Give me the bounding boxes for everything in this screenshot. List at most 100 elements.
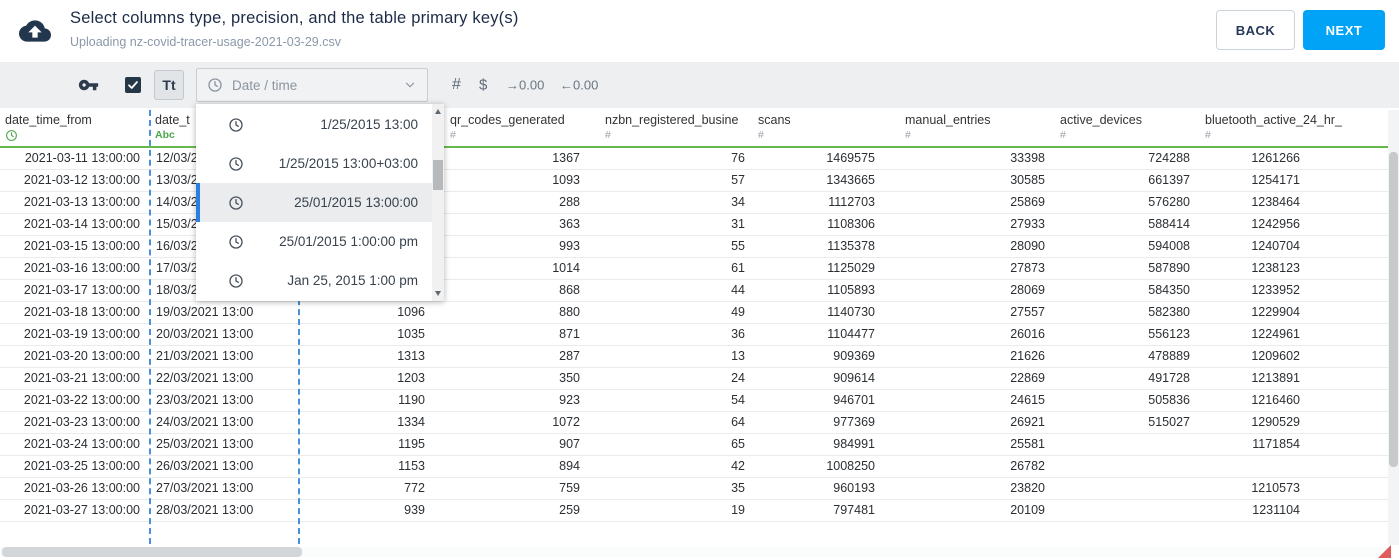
table-cell: 2021-03-19 13:00:00	[23, 327, 140, 341]
table-cell: 909369	[833, 349, 875, 363]
table-row: 2021-03-20 13:00:00 21/03/2021 13:00 1313 2…	[0, 346, 1388, 368]
format-option-list: 1/25/2015 13:00 1/25/2015 13:00+03:00 25/0…	[196, 105, 432, 300]
format-option-label: 1/25/2015 13:00	[320, 117, 418, 132]
integer-type-button[interactable]: #	[452, 76, 461, 94]
format-option[interactable]: 1/25/2015 13:00	[196, 105, 432, 144]
vertical-scrollbar[interactable]	[1388, 110, 1399, 545]
table-cell: 26/03/2021 13:00	[156, 459, 254, 473]
table-cell: 1125029	[827, 261, 875, 275]
table-cell: 1313	[397, 349, 425, 363]
format-option[interactable]: Jan 25, 2015 1:00 pm	[196, 261, 432, 300]
datetime-format-dropdown[interactable]: Date / time	[196, 68, 428, 102]
table-cell: 772	[404, 481, 425, 495]
currency-type-button[interactable]: $	[479, 77, 487, 94]
table-cell: 23/03/2021 13:00	[156, 393, 254, 407]
table-cell: 61	[731, 261, 745, 275]
column-name: nzbn_registered_busine	[605, 113, 739, 127]
table-cell: 2021-03-22 13:00:00	[23, 393, 140, 407]
table-cell: 65	[731, 437, 745, 451]
table-cell: 22869	[1010, 371, 1045, 385]
table-cell: 2021-03-13 13:00:00	[23, 195, 140, 209]
scroll-up-arrow-icon[interactable]	[435, 109, 441, 114]
table-cell: 19	[731, 503, 745, 517]
column-header-nzbn_registered_busine[interactable]: nzbn_registered_busine #	[600, 108, 753, 146]
column-header-manual_entries[interactable]: manual_entries #	[900, 108, 1055, 146]
clock-icon	[228, 273, 244, 289]
table-cell: 21/03/2021 13:00	[156, 349, 254, 363]
table-cell: 797481	[833, 503, 875, 517]
table-cell: 1210573	[1251, 481, 1300, 495]
chevron-down-icon	[403, 78, 417, 92]
table-cell: 1469575	[826, 151, 875, 165]
number-type-indicator: #	[450, 129, 456, 141]
decrease-precision-button[interactable]: ←0.00	[560, 78, 598, 93]
table-cell: 1108306	[827, 217, 875, 231]
format-option[interactable]: 25/01/2015 13:00:00	[196, 183, 432, 222]
table-cell: 1203	[397, 371, 425, 385]
clock-icon	[228, 117, 244, 133]
table-cell: 1096	[397, 305, 425, 319]
table-cell: 1238464	[1251, 195, 1300, 209]
table-cell: 363	[559, 217, 580, 231]
column-header-bluetooth_active_24_hr_[interactable]: bluetooth_active_24_hr_ #	[1200, 108, 1388, 146]
upload-status-text: Uploading nz-covid-tracer-usage-2021-03-…	[70, 35, 341, 49]
table-cell: 2021-03-21 13:00:00	[23, 371, 140, 385]
clock-icon	[228, 234, 244, 250]
text-type-button[interactable]: Tt	[154, 70, 184, 100]
primary-key-icon[interactable]	[78, 75, 99, 96]
scroll-down-arrow-icon[interactable]	[435, 291, 441, 296]
next-button[interactable]: NEXT	[1303, 10, 1385, 50]
table-cell: 24	[731, 371, 745, 385]
table-cell: 19/03/2021 13:00	[156, 305, 254, 319]
table-cell: 2021-03-15 13:00:00	[23, 239, 140, 253]
table-cell: 25869	[1010, 195, 1045, 209]
table-cell: 28/03/2021 13:00	[156, 503, 254, 517]
table-cell: 26016	[1010, 327, 1045, 341]
vertical-scrollbar-thumb[interactable]	[1389, 152, 1398, 467]
table-cell: 576280	[1148, 195, 1190, 209]
menu-scrollbar-thumb[interactable]	[433, 160, 443, 190]
back-button[interactable]: BACK	[1216, 10, 1295, 50]
format-option-label: 25/01/2015 13:00:00	[294, 195, 418, 210]
table-cell: 556123	[1148, 327, 1190, 341]
table-cell: 880	[559, 305, 580, 319]
format-option[interactable]: 25/01/2015 1:00:00 pm	[196, 222, 432, 261]
table-row: 2021-03-27 13:00:00 28/03/2021 13:00 939 25…	[0, 500, 1388, 522]
table-cell: 868	[559, 283, 580, 297]
table-cell: 1072	[552, 415, 580, 429]
column-header-date_time_from[interactable]: date_time_from	[0, 108, 150, 146]
table-cell: 1112703	[828, 195, 875, 209]
table-cell: 2021-03-20 13:00:00	[23, 349, 140, 363]
table-row: 2021-03-18 13:00:00 19/03/2021 13:00 1096 8…	[0, 302, 1388, 324]
table-cell: 1233952	[1251, 283, 1300, 297]
format-option[interactable]: 1/25/2015 13:00+03:00	[196, 144, 432, 183]
table-cell: 287	[559, 349, 580, 363]
table-cell: 960193	[833, 481, 875, 495]
table-cell: 1105893	[827, 283, 875, 297]
boolean-type-checkbox[interactable]	[125, 77, 141, 93]
table-cell: 1242956	[1251, 217, 1300, 231]
column-header-scans[interactable]: scans #	[753, 108, 900, 146]
table-cell: 907	[559, 437, 580, 451]
table-cell: 1231104	[1252, 503, 1300, 517]
horizontal-scrollbar[interactable]	[0, 547, 1388, 557]
column-name: qr_codes_generated	[450, 113, 565, 127]
table-row: 2021-03-23 13:00:00 24/03/2021 13:00 1334 1…	[0, 412, 1388, 434]
increase-precision-button[interactable]: →0.00	[506, 78, 544, 93]
table-cell: 24/03/2021 13:00	[156, 415, 254, 429]
table-cell: 582380	[1148, 305, 1190, 319]
upload-wizard: Select columns type, precision, and the …	[0, 0, 1399, 560]
table-cell: 1240704	[1251, 239, 1300, 253]
number-type-indicator: #	[1060, 129, 1066, 141]
table-cell: 1209602	[1251, 349, 1300, 363]
clock-icon	[228, 195, 244, 211]
table-cell: 588414	[1148, 217, 1190, 231]
datetime-format-menu: 1/25/2015 13:00 1/25/2015 13:00+03:00 25/0…	[196, 104, 444, 301]
table-cell: 26921	[1010, 415, 1045, 429]
menu-scrollbar[interactable]	[432, 104, 444, 301]
table-cell: 21626	[1010, 349, 1045, 363]
horizontal-scrollbar-thumb[interactable]	[2, 547, 302, 557]
column-type-toolbar: Tt Date / time # $ →0.00 ←0.00	[0, 62, 1399, 108]
column-header-active_devices[interactable]: active_devices #	[1055, 108, 1200, 146]
column-header-qr_codes_generated[interactable]: qr_codes_generated #	[445, 108, 600, 146]
